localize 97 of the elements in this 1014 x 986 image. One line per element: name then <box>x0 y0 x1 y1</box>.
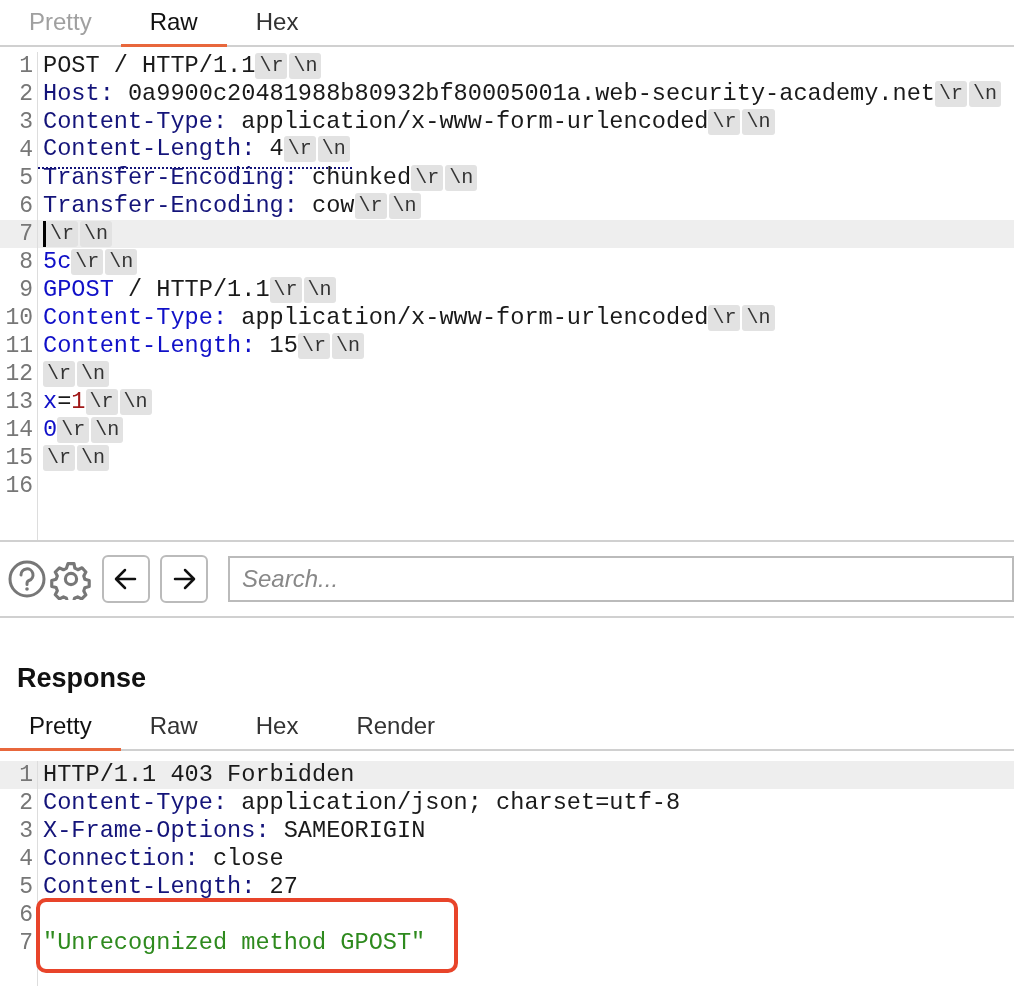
line-number: 1 <box>0 52 38 80</box>
line-ending-marker: \r <box>283 136 316 162</box>
code-text: Transfer-Encoding: <box>43 163 298 194</box>
code-text: = <box>57 387 72 418</box>
forward-button[interactable] <box>160 555 208 603</box>
line-ending-marker: \n <box>742 109 775 135</box>
code-text: 0a9900c20481988b80932bf80005001a.web-security-academy.net <box>126 79 935 110</box>
line-number: 13 <box>0 388 38 416</box>
code-text: application/x-www-form-urlencoded <box>240 107 709 137</box>
line-number: 7 <box>0 929 38 957</box>
line-number: 2 <box>0 80 38 108</box>
line-ending-marker: \n <box>119 389 152 415</box>
code-text: close <box>211 844 284 875</box>
line-number: 12 <box>0 360 38 388</box>
line-ending-marker: \r <box>71 249 104 275</box>
line-number: 3 <box>0 817 38 845</box>
line-number: 5 <box>0 164 38 192</box>
line-ending-marker: \n <box>91 417 124 443</box>
code-text: application/x-www-form-urlencoded <box>240 303 709 334</box>
line-number: 5 <box>0 873 38 901</box>
code-text: Content-Type: <box>43 788 228 819</box>
code-text: HTTP/1.1 403 Forbidden <box>43 760 355 791</box>
back-button[interactable] <box>102 555 150 603</box>
code-text: Content-Length: <box>43 331 256 362</box>
code-text: "Unrecognized method GPOST" <box>43 928 426 959</box>
code-text: 0 <box>43 415 58 446</box>
line-number: 9 <box>0 276 38 304</box>
code-text: cow <box>311 191 355 222</box>
line-ending-marker: \n <box>969 81 1002 107</box>
line-number: 7 <box>0 220 38 248</box>
code-text: / HTTP/1.1 <box>126 275 270 306</box>
search-field[interactable]: Search... <box>228 556 1014 602</box>
line-number: 8 <box>0 248 38 276</box>
line-ending-marker: \n <box>105 249 138 275</box>
code-text: X-Frame-Options: <box>43 816 270 847</box>
code-text: SAMEORIGIN <box>282 816 426 847</box>
line-number: 10 <box>0 304 38 332</box>
line-ending-marker: \r <box>935 81 967 107</box>
line-ending-marker: \n <box>388 193 421 219</box>
line-ending-marker: \r <box>57 417 90 443</box>
code-text: Content-Type: <box>43 107 228 137</box>
line-ending-marker: \n <box>77 445 110 471</box>
line-number: 11 <box>0 332 38 360</box>
line-ending-marker: \r <box>85 389 118 415</box>
line-ending-marker: \r <box>297 333 330 359</box>
tab[interactable]: Hex <box>226 0 328 47</box>
tab[interactable]: Raw <box>120 704 227 751</box>
tab[interactable]: Raw <box>120 0 227 47</box>
code-text: 5c <box>43 247 72 278</box>
line-ending-marker: \r <box>354 193 387 219</box>
line-ending-marker: \n <box>317 136 350 162</box>
line-number: 14 <box>0 416 38 444</box>
code-text: Content-Type: <box>43 303 228 334</box>
line-number: 2 <box>0 789 38 817</box>
tab[interactable]: Hex <box>226 704 328 751</box>
line-ending-marker: \r <box>269 277 302 303</box>
code-text: 1 <box>71 387 86 418</box>
line-ending-marker: \n <box>77 361 110 387</box>
line-number: 16 <box>0 472 38 500</box>
code-text: Transfer-Encoding: <box>43 191 298 222</box>
code-text: 4 <box>268 134 284 165</box>
line-number: 15 <box>0 444 38 472</box>
line-number: 4 <box>0 845 38 873</box>
line-ending-marker: \r <box>43 445 75 471</box>
line-number: 1 <box>0 761 38 789</box>
line-ending-marker: \r <box>43 361 75 387</box>
arrow-right-icon <box>171 566 197 592</box>
section-title: Response <box>17 663 147 693</box>
line-ending-marker: \r <box>46 221 78 247</box>
line-ending-marker: \n <box>445 165 478 191</box>
line-number: 6 <box>0 901 38 929</box>
line-ending-marker: \r <box>255 53 288 79</box>
arrow-left-icon <box>113 566 139 592</box>
line-ending-marker: \n <box>303 277 336 303</box>
line-ending-marker: \n <box>80 221 113 247</box>
line-number: 4 <box>0 136 38 164</box>
code-text: Content-Length: <box>43 134 256 165</box>
line-ending-marker: \r <box>708 109 741 135</box>
tab[interactable]: Pretty <box>0 704 121 751</box>
line-ending-marker: \n <box>742 305 775 331</box>
code-text: 27 <box>268 872 298 903</box>
line-ending-marker: \n <box>289 53 322 79</box>
code-text: GPOST <box>43 275 114 306</box>
code-text: application/json; charset=utf-8 <box>240 788 681 819</box>
code-text: chunked <box>311 163 412 194</box>
line-ending-marker: \r <box>411 165 444 191</box>
help-icon[interactable] <box>8 560 46 598</box>
code-text: x <box>43 387 58 418</box>
code-text: POST / HTTP/1.1 <box>43 51 256 82</box>
line-number: 3 <box>0 108 38 136</box>
code-text: Connection: <box>43 844 199 875</box>
tab[interactable]: Render <box>327 704 465 751</box>
line-ending-marker: \n <box>331 333 364 359</box>
code-text: Host: <box>43 79 114 110</box>
code-text: 15 <box>268 331 298 362</box>
line-ending-marker: \r <box>708 305 741 331</box>
code-text: Content-Length: <box>43 872 256 903</box>
